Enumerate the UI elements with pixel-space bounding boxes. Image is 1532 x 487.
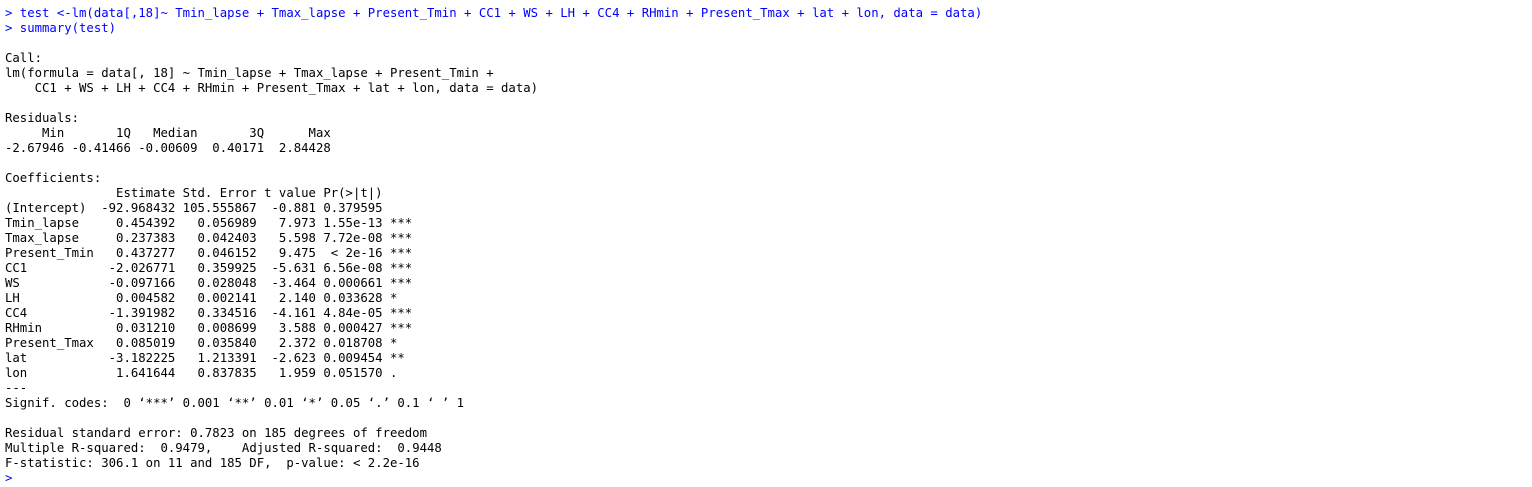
console-prompt[interactable]: > bbox=[5, 471, 1532, 486]
residuals-header: Residuals: bbox=[5, 111, 80, 125]
command-line-summary: > summary(test) bbox=[5, 21, 117, 35]
residuals-labels: Min 1Q Median 3Q Max bbox=[5, 126, 339, 140]
call-header: Call: bbox=[5, 51, 43, 65]
residuals-values: -2.67946 -0.41466 -0.00609 0.40171 2.844… bbox=[5, 141, 339, 155]
coef-row-tmax-lapse: Tmax_lapse 0.237383 0.042403 5.598 7.72e… bbox=[5, 231, 413, 245]
coefficients-column-header: Estimate Std. Error t value Pr(>|t|) bbox=[5, 186, 413, 200]
coef-row-ws: WS -0.097166 0.028048 -3.464 0.000661 **… bbox=[5, 276, 413, 290]
r-console[interactable]: > test <-lm(data[,18]~ Tmin_lapse + Tmax… bbox=[5, 6, 1532, 487]
r-squared-line: Multiple R-squared: 0.9479, Adjusted R-s… bbox=[5, 441, 450, 455]
coef-row-lon: lon 1.641644 0.837835 1.959 0.051570 . bbox=[5, 366, 413, 380]
coef-row-present-tmin: Present_Tmin 0.437277 0.046152 9.475 < 2… bbox=[5, 246, 413, 260]
f-statistic-line: F-statistic: 306.1 on 11 and 185 DF, p-v… bbox=[5, 456, 420, 470]
coef-row-lat: lat -3.182225 1.213391 -2.623 0.009454 *… bbox=[5, 351, 413, 365]
coefficients-header: Coefficients: bbox=[5, 171, 102, 185]
coef-row-lh: LH 0.004582 0.002141 2.140 0.033628 * bbox=[5, 291, 413, 305]
signif-codes: Signif. codes: 0 ‘***’ 0.001 ‘**’ 0.01 ‘… bbox=[5, 396, 465, 410]
coefficients-separator: --- bbox=[5, 381, 28, 395]
residual-standard-error: Residual standard error: 0.7823 on 185 d… bbox=[5, 426, 427, 440]
coef-row-present-tmax: Present_Tmax 0.085019 0.035840 2.372 0.0… bbox=[5, 336, 413, 350]
coef-row-tmin-lapse: Tmin_lapse 0.454392 0.056989 7.973 1.55e… bbox=[5, 216, 413, 230]
coef-row-cc1: CC1 -2.026771 0.359925 -5.631 6.56e-08 *… bbox=[5, 261, 413, 275]
command-line-lm: > test <-lm(data[,18]~ Tmin_lapse + Tmax… bbox=[5, 6, 983, 20]
coef-row-intercept: (Intercept) -92.968432 105.555867 -0.881… bbox=[5, 201, 413, 215]
coef-row-rhmin: RHmin 0.031210 0.008699 3.588 0.000427 *… bbox=[5, 321, 413, 335]
call-formula-line-2: CC1 + WS + LH + CC4 + RHmin + Present_Tm… bbox=[5, 81, 539, 95]
call-formula-line-1: lm(formula = data[, 18] ~ Tmin_lapse + T… bbox=[5, 66, 494, 80]
coef-row-cc4: CC4 -1.391982 0.334516 -4.161 4.84e-05 *… bbox=[5, 306, 413, 320]
